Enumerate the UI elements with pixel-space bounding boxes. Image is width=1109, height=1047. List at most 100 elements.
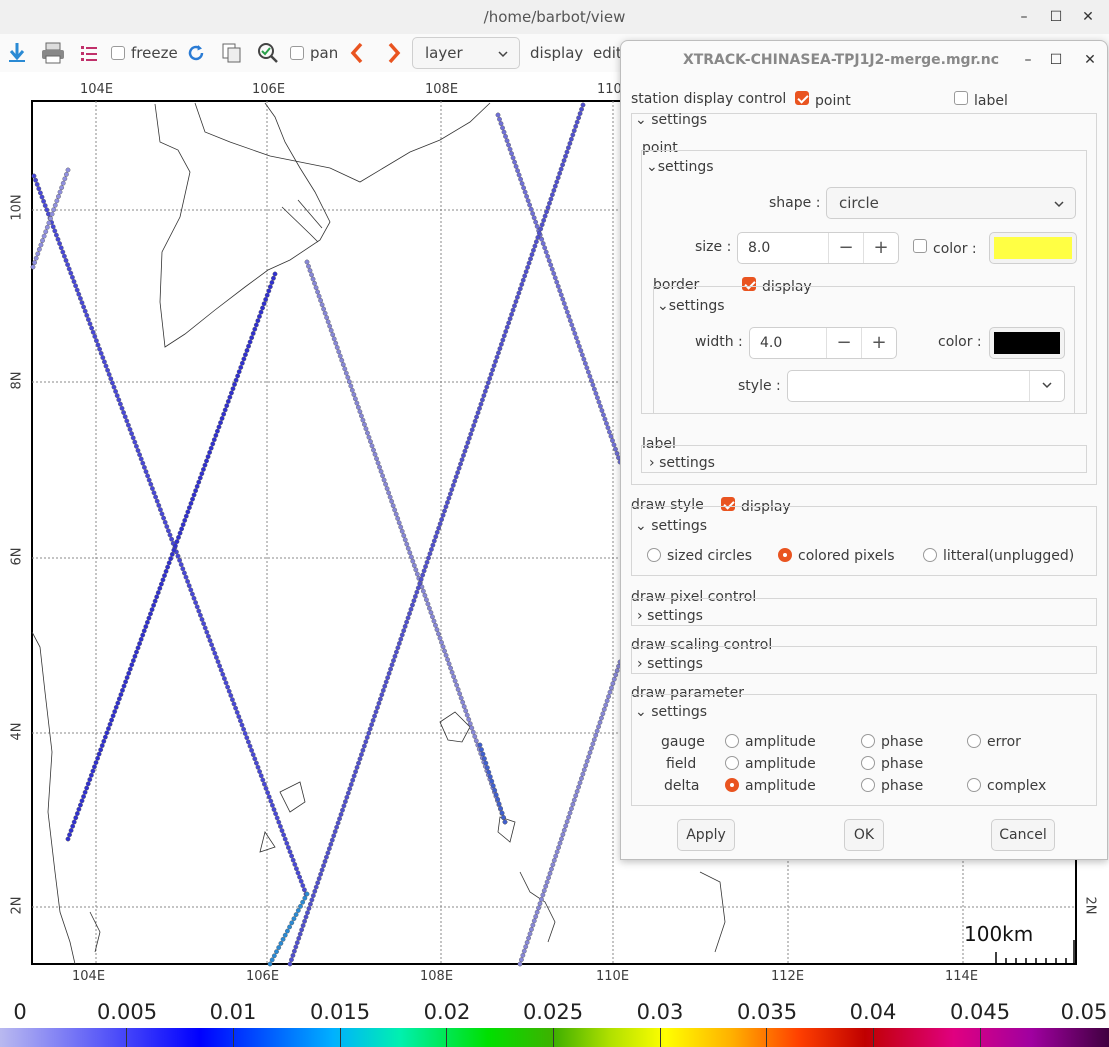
track-point xyxy=(367,726,373,732)
cancel-button[interactable]: Cancel xyxy=(991,819,1055,851)
track-point xyxy=(138,456,144,462)
gauge-error-radio[interactable]: error xyxy=(967,734,1021,750)
color-check-box[interactable] xyxy=(913,239,927,253)
track-point xyxy=(210,441,216,447)
print-icon[interactable] xyxy=(40,40,66,66)
layer-combo[interactable]: layer xyxy=(412,37,520,69)
track-point xyxy=(510,307,516,313)
minimize-button[interactable]: – xyxy=(1015,8,1033,26)
track-point xyxy=(445,657,450,662)
size-value[interactable]: 8.0 xyxy=(738,240,828,256)
point-checkbox[interactable]: point xyxy=(795,91,851,109)
track-point xyxy=(461,704,467,709)
size-spinbox[interactable]: 8.0 − + xyxy=(737,232,899,264)
close-button[interactable]: ✕ xyxy=(1079,8,1097,26)
previous-arrow-icon[interactable] xyxy=(348,40,366,66)
border-style-combo[interactable] xyxy=(787,370,1065,402)
radio-button[interactable] xyxy=(647,548,661,562)
size-increment-button[interactable]: + xyxy=(863,233,898,263)
display-menu[interactable]: display xyxy=(530,40,583,66)
point-color-checkbox[interactable]: color : xyxy=(913,239,977,257)
width-decrement-button[interactable]: − xyxy=(826,328,861,358)
colorbar-tick: 0.025 xyxy=(522,1000,584,1024)
border-settings-expander[interactable]: ⌄settings xyxy=(657,298,725,314)
width-spinbox[interactable]: 4.0 − + xyxy=(749,327,897,359)
delta-complex-radio[interactable]: complex xyxy=(967,778,1046,794)
track-point xyxy=(129,431,135,437)
edit-menu[interactable]: edit xyxy=(593,40,620,66)
delta-phase-radio[interactable]: phase xyxy=(861,778,923,794)
dialog-minimize-button[interactable]: – xyxy=(1019,51,1037,69)
dialog-close-button[interactable]: ✕ xyxy=(1081,51,1099,69)
track-point xyxy=(563,823,569,829)
zoom-check-icon[interactable] xyxy=(257,40,279,66)
settings-expander[interactable]: ⌄ settings xyxy=(635,112,707,128)
sized-circles-radio[interactable]: sized circles xyxy=(647,548,752,564)
track-point xyxy=(498,806,503,811)
track-point xyxy=(134,649,139,655)
field-amplitude-radio[interactable]: amplitude xyxy=(725,756,816,772)
track-point xyxy=(613,446,618,452)
freeze-checkbox[interactable]: freeze xyxy=(111,40,178,66)
error-label: error xyxy=(987,734,1021,750)
track-point xyxy=(428,547,434,552)
next-arrow-icon[interactable] xyxy=(385,40,403,66)
point-color-swatch[interactable] xyxy=(989,232,1077,264)
border-color-swatch[interactable] xyxy=(989,327,1065,359)
ok-button[interactable]: OK xyxy=(844,819,884,851)
maximize-button[interactable]: ☐ xyxy=(1047,8,1065,26)
label-checkbox[interactable]: label xyxy=(954,91,1008,109)
track-point xyxy=(63,258,69,263)
freeze-check-box[interactable] xyxy=(111,46,125,60)
apply-button[interactable]: Apply xyxy=(677,819,735,851)
pan-check-box[interactable] xyxy=(290,46,304,60)
track-point xyxy=(554,179,560,185)
track-point xyxy=(452,678,458,684)
pixel-settings-expander[interactable]: › settings xyxy=(637,608,703,624)
track-point xyxy=(495,112,501,118)
copy-icon[interactable] xyxy=(221,40,243,66)
radio-button[interactable] xyxy=(725,734,739,748)
width-increment-button[interactable]: + xyxy=(861,328,896,358)
list-icon[interactable] xyxy=(80,40,98,66)
radio-button[interactable] xyxy=(778,548,792,562)
gauge-phase-radio[interactable]: phase xyxy=(861,734,923,750)
field-phase-radio[interactable]: phase xyxy=(861,756,923,772)
track-point xyxy=(543,249,549,255)
radio-button[interactable] xyxy=(967,778,981,792)
delta-amplitude-radio[interactable]: amplitude xyxy=(725,778,816,794)
track-point xyxy=(44,207,50,213)
point-settings-expander[interactable]: ⌄settings xyxy=(646,159,714,175)
size-decrement-button[interactable]: − xyxy=(828,233,863,263)
track-point xyxy=(347,786,353,792)
label-check-box[interactable] xyxy=(954,91,968,105)
draw-style-settings-expander[interactable]: ⌄ settings xyxy=(635,518,707,534)
litteral-radio[interactable]: litteral(unplugged) xyxy=(923,548,1074,564)
radio-button[interactable] xyxy=(861,756,875,770)
radio-button[interactable] xyxy=(967,734,981,748)
parameter-settings-expander[interactable]: ⌄ settings xyxy=(635,704,707,720)
track-point xyxy=(331,833,337,839)
shape-combo[interactable]: circle xyxy=(826,187,1076,219)
radio-button[interactable] xyxy=(923,548,937,562)
track-point xyxy=(556,845,561,850)
dialog-maximize-button[interactable]: ☐ xyxy=(1047,51,1065,69)
radio-button[interactable] xyxy=(861,734,875,748)
radio-button[interactable] xyxy=(725,756,739,770)
scaling-settings-expander[interactable]: › settings xyxy=(637,656,703,672)
radio-button[interactable] xyxy=(725,778,739,792)
gauge-amplitude-radio[interactable]: amplitude xyxy=(725,734,816,750)
track-point xyxy=(434,627,440,633)
width-value[interactable]: 4.0 xyxy=(750,335,826,351)
colorbar-tick: 0.035 xyxy=(736,1000,798,1024)
track-point xyxy=(175,553,181,559)
track-point xyxy=(503,329,509,334)
radio-button[interactable] xyxy=(861,778,875,792)
label-settings-expander[interactable]: › settings xyxy=(649,455,715,471)
point-check-box[interactable] xyxy=(795,91,809,105)
pan-checkbox[interactable]: pan xyxy=(290,40,338,66)
colored-pixels-radio[interactable]: colored pixels xyxy=(778,548,895,564)
refresh-icon[interactable] xyxy=(186,40,206,66)
track-point xyxy=(546,258,552,264)
download-icon[interactable] xyxy=(6,40,28,66)
